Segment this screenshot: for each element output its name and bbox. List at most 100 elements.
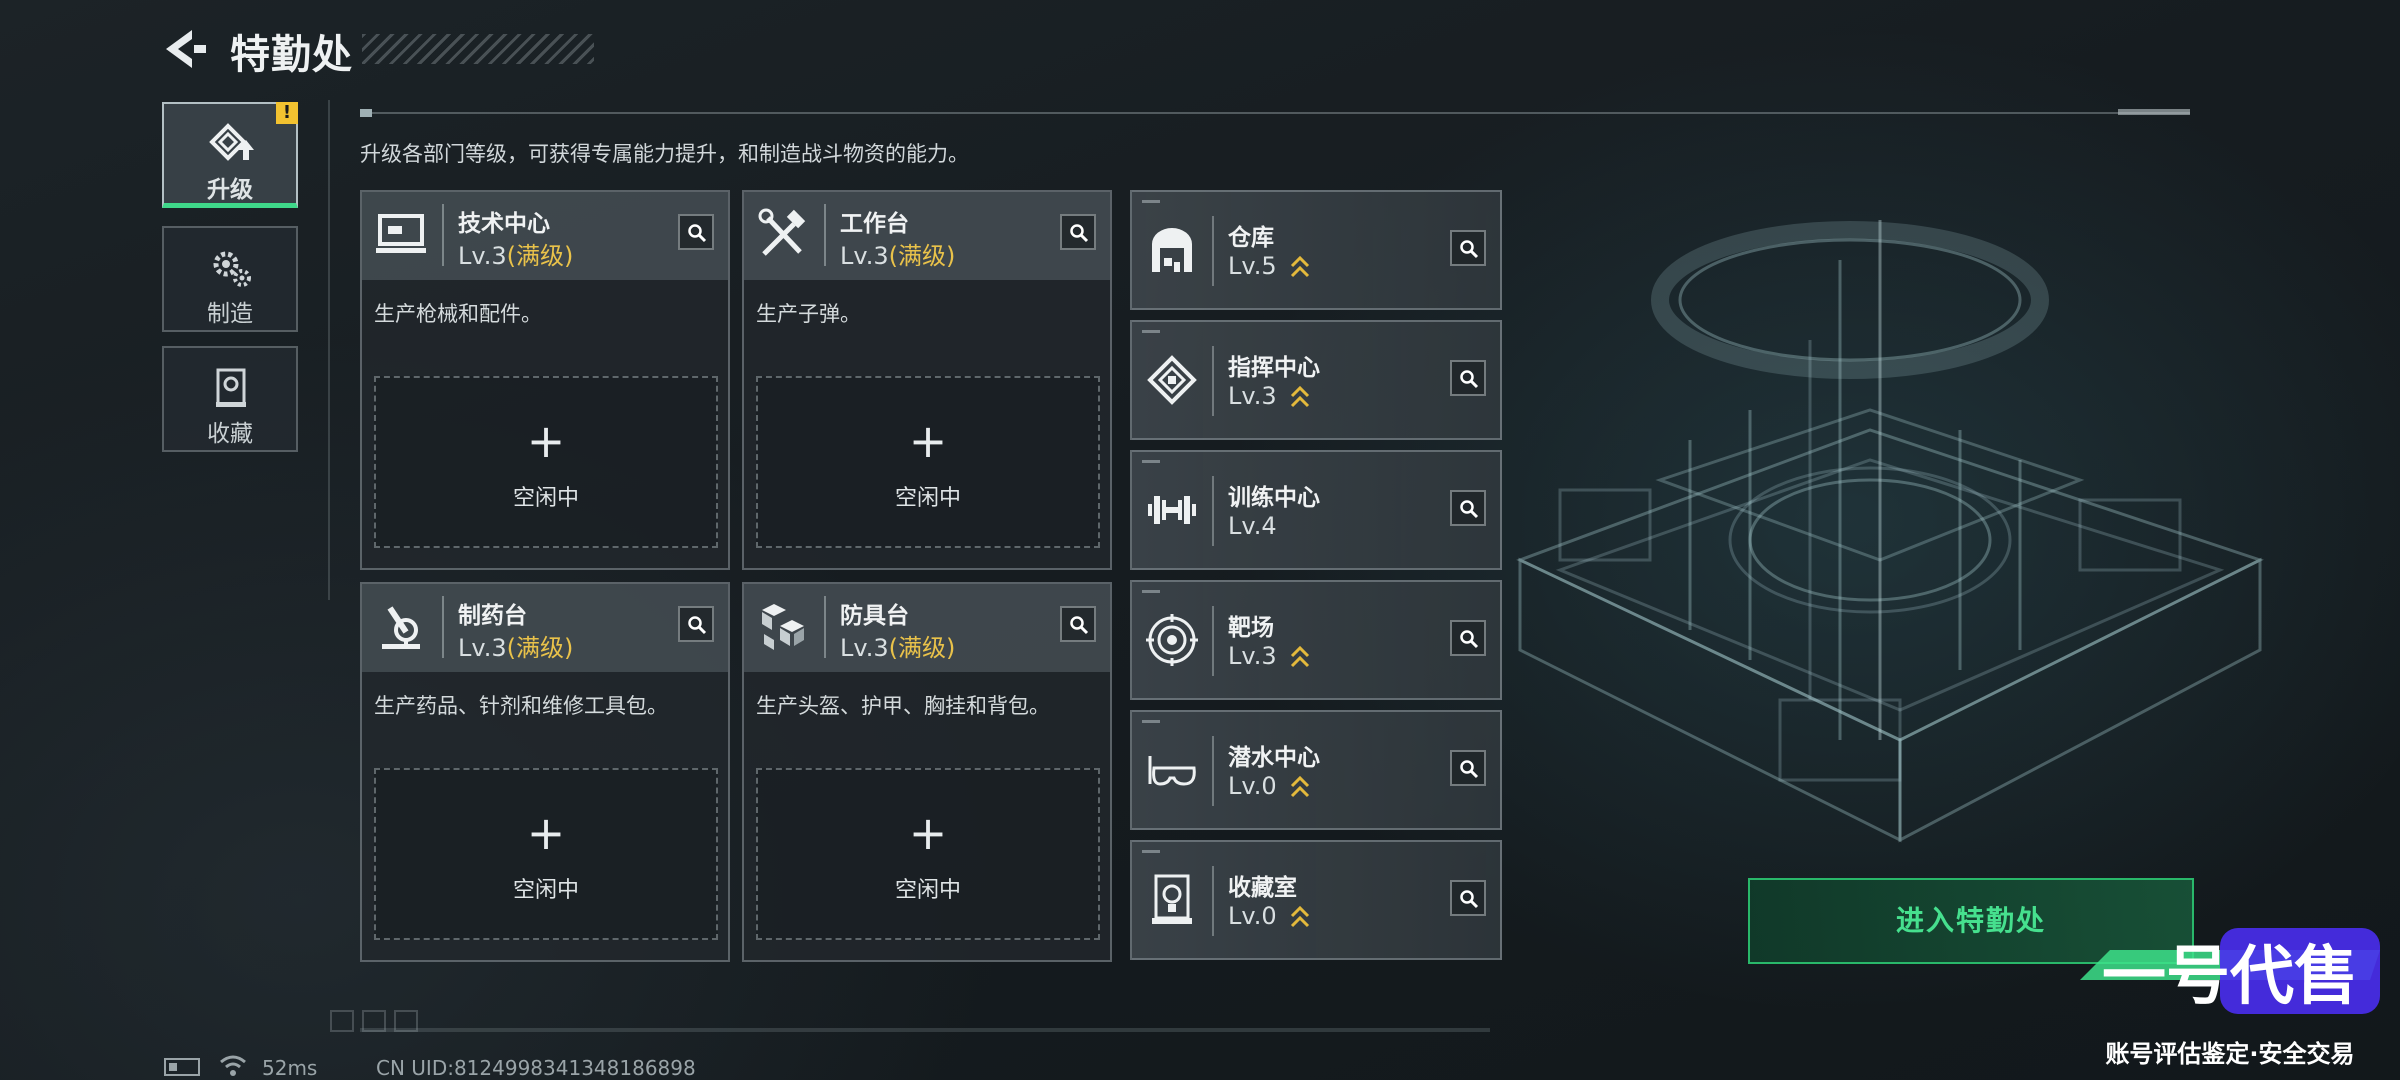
facility-level: Lv.3(满级) <box>840 236 955 271</box>
inspect-button[interactable] <box>1450 360 1486 396</box>
facility-card-workbench[interactable]: 工作台 Lv.3(满级) 生产子弹。 + 空闲中 <box>742 190 1112 570</box>
gears-icon <box>213 251 251 287</box>
watermark-logo: 一号代售 <box>2080 928 2380 1014</box>
row-marker <box>1142 330 1160 333</box>
inspect-button[interactable] <box>1450 750 1486 786</box>
card-divider <box>442 596 444 658</box>
department-row-warehouse[interactable]: 仓库 Lv.5 <box>1130 190 1502 310</box>
footer-decoration <box>330 1010 354 1032</box>
row-divider <box>1212 606 1214 676</box>
department-row-collection-room[interactable]: 收藏室 Lv.0 <box>1130 840 1502 960</box>
inspect-button[interactable] <box>1450 620 1486 656</box>
level-text: Lv.3 <box>458 634 507 662</box>
slot-status: 空闲中 <box>894 486 961 511</box>
facility-card-tech-center[interactable]: 技术中心 Lv.3(满级) 生产枪械和配件。 + 空闲中 <box>360 190 730 570</box>
inspect-button[interactable] <box>1450 230 1486 266</box>
facility-card-pharmacy[interactable]: 制药台 Lv.3(满级) 生产药品、针剂和维修工具包。 + 空闲中 <box>360 582 730 962</box>
inspect-button[interactable] <box>1060 606 1096 642</box>
department-name: 靶场 <box>1228 615 1274 641</box>
page-title: 特勤处 <box>230 32 353 78</box>
row-marker <box>1142 200 1160 203</box>
level-text: Lv.3 <box>458 242 507 270</box>
nav-tab-upgrade[interactable]: 升级 ! <box>162 102 298 208</box>
max-level-tag: (满级) <box>506 634 574 662</box>
production-slot[interactable]: + 空闲中 <box>374 768 718 940</box>
upgrade-chevron-icon <box>1290 905 1310 928</box>
wifi-icon <box>220 1055 246 1076</box>
add-icon: + <box>908 806 948 860</box>
magnifier-icon <box>688 224 707 243</box>
inspect-button[interactable] <box>678 214 714 250</box>
department-row-diving-center[interactable]: 潜水中心 Lv.0 <box>1130 710 1502 830</box>
title-decoration <box>362 34 594 64</box>
card-header: 工作台 Lv.3(满级) <box>744 192 1110 280</box>
department-level: Lv.4 <box>1228 512 1277 540</box>
production-slot[interactable]: + 空闲中 <box>756 376 1100 548</box>
facility-level: Lv.3(满级) <box>840 628 955 663</box>
facility-name: 技术中心 <box>458 211 550 237</box>
blocks-icon <box>762 604 804 650</box>
nav-tab-craft[interactable]: 制造 <box>162 226 298 332</box>
watermark-logo-text: 一号代售 <box>2102 940 2358 1012</box>
row-marker <box>1142 850 1160 853</box>
back-button[interactable] <box>160 26 210 72</box>
facility-level: Lv.3(满级) <box>458 236 573 271</box>
inspect-button[interactable] <box>1060 214 1096 250</box>
level-text: Lv.3 <box>840 634 889 662</box>
department-level: Lv.3 <box>1228 642 1277 670</box>
battery-icon <box>164 1058 200 1076</box>
row-divider <box>1212 866 1214 936</box>
footer-divider <box>360 1028 1490 1032</box>
facility-card-armor-bench[interactable]: 防具台 Lv.3(满级) 生产头盔、护甲、胸挂和背包。 + 空闲中 <box>742 582 1112 962</box>
upgrade-chevron-icon <box>1290 645 1310 668</box>
nav-tab-collection[interactable]: 收藏 <box>162 346 298 452</box>
target-icon <box>1146 614 1198 666</box>
production-slot[interactable]: + 空闲中 <box>374 376 718 548</box>
inspect-button[interactable] <box>1450 490 1486 526</box>
footer-decoration <box>362 1010 386 1032</box>
divider <box>328 100 330 600</box>
facility-name: 制药台 <box>458 603 527 629</box>
back-arrow-icon <box>166 30 206 68</box>
department-name: 潜水中心 <box>1228 745 1320 771</box>
upgrade-icon <box>209 123 254 161</box>
facility-description: 生产药品、针剂和维修工具包。 <box>374 694 668 718</box>
row-divider <box>1212 216 1214 286</box>
collection-icon <box>216 368 246 407</box>
row-marker <box>1142 460 1160 463</box>
magnifier-icon <box>688 616 707 635</box>
card-header: 防具台 Lv.3(满级) <box>744 584 1110 672</box>
department-name: 收藏室 <box>1228 875 1297 901</box>
add-icon: + <box>908 414 948 468</box>
department-level: Lv.3 <box>1228 382 1277 410</box>
inspect-button[interactable] <box>678 606 714 642</box>
warehouse-icon <box>1152 228 1192 272</box>
department-level: Lv.0 <box>1228 902 1277 930</box>
display-case-icon <box>1152 874 1192 924</box>
department-level: Lv.5 <box>1228 252 1277 280</box>
nav-tab-label: 升级 <box>207 177 253 203</box>
row-divider <box>1212 346 1214 416</box>
magnifier-icon <box>1070 224 1089 243</box>
inspect-button[interactable] <box>1450 880 1486 916</box>
max-level-tag: (满级) <box>506 242 574 270</box>
upgrade-chevron-icon <box>1290 255 1310 278</box>
production-slot[interactable]: + 空闲中 <box>756 768 1100 940</box>
department-row-training-center[interactable]: 训练中心 Lv.4 <box>1130 450 1502 570</box>
divider-tick <box>2118 109 2190 115</box>
slot-status: 空闲中 <box>512 878 579 903</box>
card-divider <box>824 204 826 266</box>
card-divider <box>442 204 444 266</box>
dumbbell-icon <box>1148 496 1196 524</box>
facility-description: 生产枪械和配件。 <box>374 302 542 326</box>
base-building-illustration <box>1516 220 2264 843</box>
magnifier-icon <box>1460 500 1479 519</box>
magnifier-icon <box>1460 240 1479 259</box>
facility-name: 工作台 <box>840 211 909 237</box>
card-header: 制药台 Lv.3(满级) <box>362 584 728 672</box>
ping-readout: 52ms <box>262 1056 318 1080</box>
department-row-command-center[interactable]: 指挥中心 Lv.3 <box>1130 320 1502 440</box>
department-row-shooting-range[interactable]: 靶场 Lv.3 <box>1130 580 1502 700</box>
divider-tick <box>360 109 372 117</box>
row-divider <box>1212 476 1214 546</box>
